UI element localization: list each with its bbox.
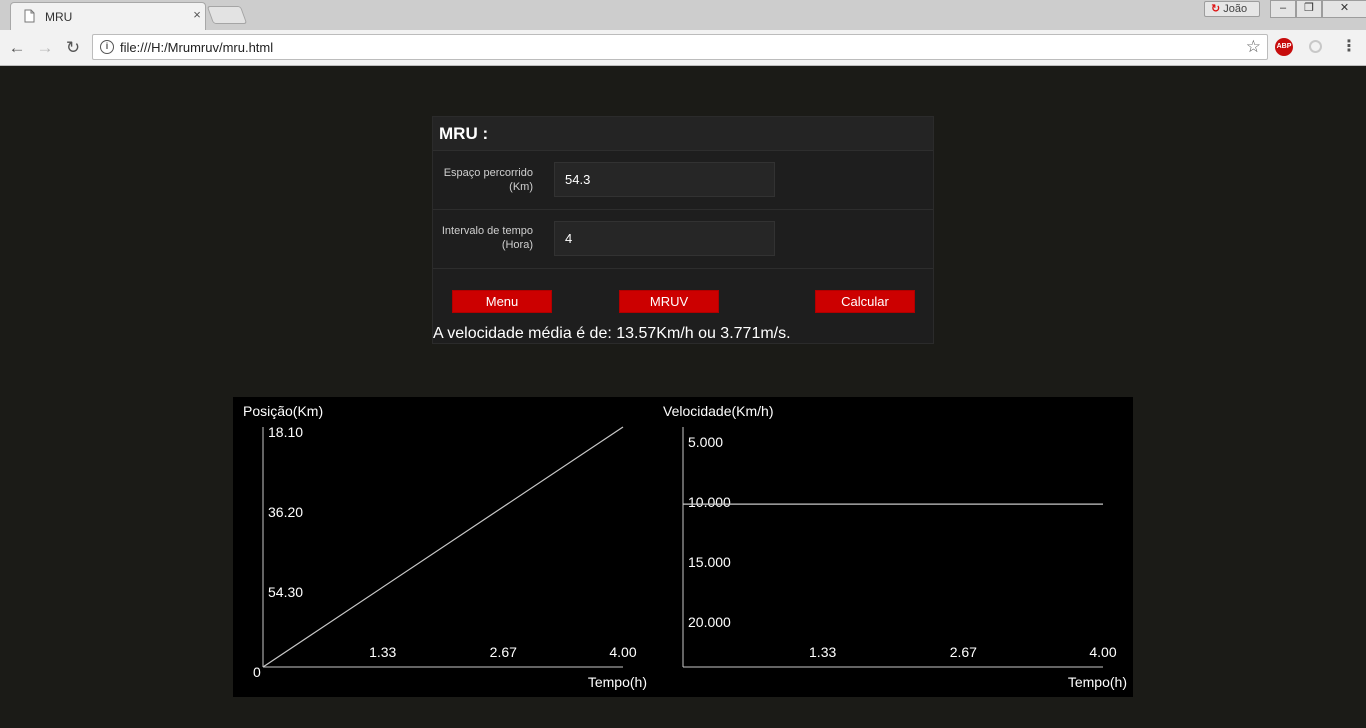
charts-svg: Posição(Km) Tempo(h) 18.10 36.20 54.30 1.33 2.… <box>243 403 1127 690</box>
tab-close-icon[interactable]: × <box>189 7 205 23</box>
browser-tab[interactable]: MRU × <box>10 2 206 30</box>
x-tick-label: 1.33 <box>809 644 836 660</box>
distance-label: Espaço percorrido (Km) <box>444 166 533 194</box>
restore-button[interactable]: ❐ <box>1296 0 1322 18</box>
distance-label-line2: (Km) <box>509 181 533 193</box>
menu-icon[interactable]: ⋮ <box>1341 38 1357 56</box>
distance-label-line1: Espaço percorrido <box>443 167 533 179</box>
profile-name: João <box>1223 3 1248 15</box>
series-line <box>262 426 624 668</box>
extension-icon[interactable] <box>1309 40 1322 53</box>
y-tick-label: 5.000 <box>688 434 723 450</box>
form-header: MRU : <box>433 117 933 151</box>
minimize-button[interactable]: – <box>1270 0 1296 18</box>
forward-icon[interactable]: → <box>35 38 55 58</box>
reload-icon[interactable]: ↻ <box>63 38 83 58</box>
charts-area: Posição(Km) Tempo(h) 18.10 36.20 54.30 1.33 2.… <box>233 397 1133 697</box>
info-icon[interactable]: i <box>100 40 114 54</box>
x-axis-label: Tempo(h) <box>1068 674 1127 690</box>
window-controls: – ❐ ✕ <box>1270 0 1366 18</box>
position-chart: Posição(Km) Tempo(h) 18.10 36.20 54.30 1.33 2.… <box>243 403 647 690</box>
y-tick-label: 15.000 <box>688 554 731 570</box>
star-icon[interactable]: ☆ <box>1246 37 1261 57</box>
tab-title: MRU <box>45 10 73 24</box>
back-icon[interactable]: ← <box>7 38 27 58</box>
x-axis-label: Tempo(h) <box>588 674 647 690</box>
y-tick-label: 20.000 <box>688 614 731 630</box>
distance-input[interactable] <box>554 162 775 197</box>
url-text[interactable]: file:///H:/Mrumruv/mru.html <box>120 40 273 55</box>
mruv-button[interactable]: MRUV <box>619 290 719 313</box>
result-text: A velocidade média é de: 13.57Km/h ou 3.… <box>433 325 791 342</box>
browser-toolbar: ← → ↻ i file:///H:/Mrumruv/mru.html ☆ AB… <box>0 30 1366 66</box>
origin-label: 0 <box>253 664 261 680</box>
tab-strip: MRU × ↻ João – ❐ ✕ <box>0 0 1366 30</box>
y-tick-label: 10.000 <box>688 494 731 510</box>
adblock-icon[interactable]: ABP <box>1275 38 1293 56</box>
x-tick-label: 2.67 <box>490 644 517 660</box>
distance-row: Espaço percorrido (Km) <box>433 151 933 210</box>
calcular-button[interactable]: Calcular <box>815 290 915 313</box>
profile-button[interactable]: ↻ João <box>1204 1 1260 17</box>
mru-form-panel: MRU : Espaço percorrido (Km) Intervalo d… <box>432 116 934 344</box>
page-icon <box>24 9 35 23</box>
sync-icon: ↻ <box>1211 3 1221 15</box>
x-tick-label: 2.67 <box>950 644 977 660</box>
x-tick-label: 4.00 <box>1089 644 1116 660</box>
time-label-line2: (Hora) <box>501 239 533 251</box>
address-bar[interactable]: i file:///H:/Mrumruv/mru.html ☆ <box>92 34 1268 60</box>
form-title: MRU : <box>439 124 489 143</box>
y-tick-label: 54.30 <box>268 584 303 600</box>
y-axis-label: Posição(Km) <box>243 403 323 419</box>
close-window-button[interactable]: ✕ <box>1322 0 1366 18</box>
velocity-chart: Velocidade(Km/h) Tempo(h) 5.000 10.000 15.00… <box>663 403 1127 690</box>
time-row: Intervalo de tempo (Hora) <box>433 210 933 269</box>
y-axis-label: Velocidade(Km/h) <box>663 403 774 419</box>
y-tick-label: 18.10 <box>268 424 303 440</box>
time-input[interactable] <box>554 221 775 256</box>
time-label: Intervalo de tempo (Hora) <box>442 224 533 252</box>
time-label-line1: Intervalo de tempo <box>441 225 533 237</box>
x-tick-label: 4.00 <box>609 644 636 660</box>
menu-button[interactable]: Menu <box>452 290 552 313</box>
new-tab-button[interactable] <box>206 6 248 24</box>
x-tick-label: 1.33 <box>369 644 396 660</box>
y-tick-label: 36.20 <box>268 504 303 520</box>
